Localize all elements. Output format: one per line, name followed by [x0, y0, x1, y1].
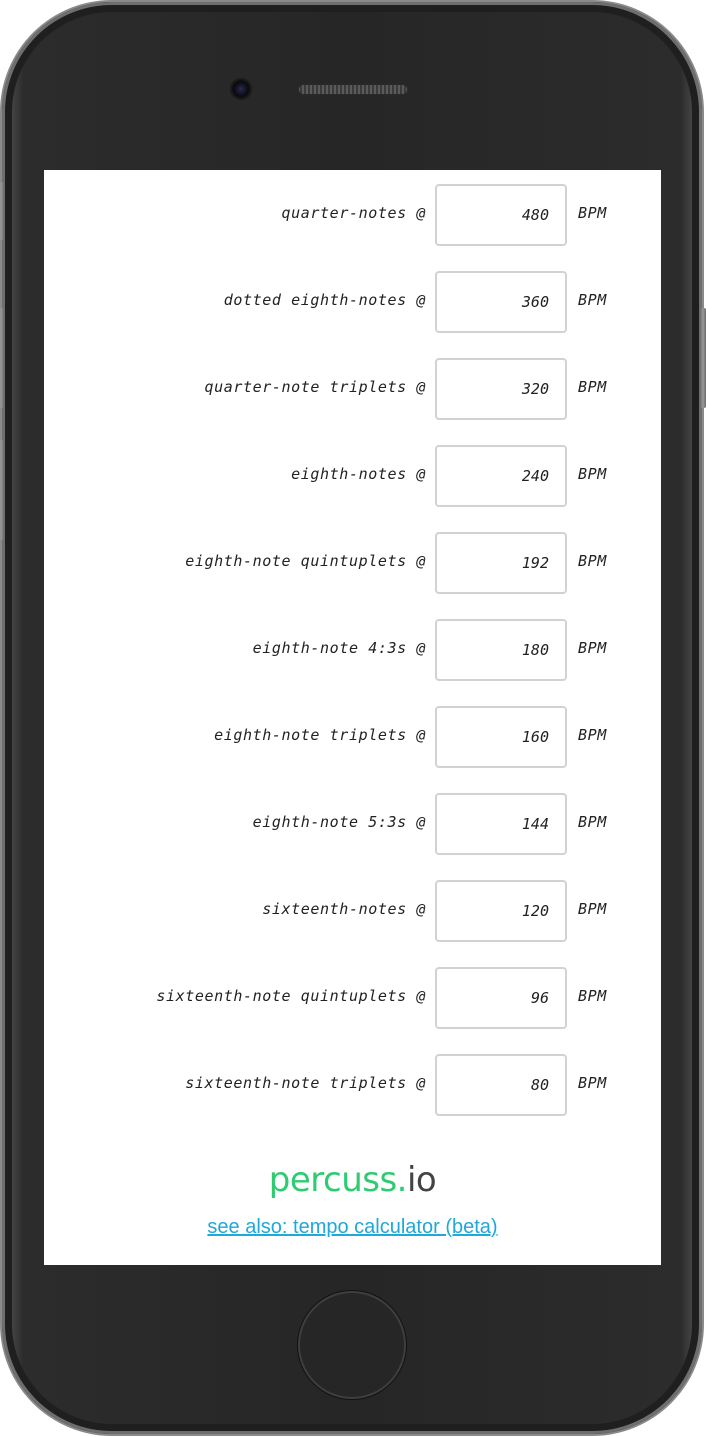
logo-wordmark: percuss	[268, 1160, 397, 1200]
tempo-row: dotted eighth-notes @ BPM	[44, 271, 661, 333]
tempo-row-label: eighth-notes @	[291, 465, 426, 483]
bpm-unit-label: BPM	[578, 813, 607, 831]
tempo-row: sixteenth-notes @ BPM	[44, 880, 661, 942]
tempo-row-label: eighth-note triplets @	[214, 726, 426, 744]
logo-dot: .	[396, 1160, 408, 1200]
tempo-row-label: sixteenth-notes @	[262, 900, 426, 918]
bpm-unit-label: BPM	[578, 987, 607, 1005]
tempo-calculator-link[interactable]: see also: tempo calculator (beta)	[207, 1216, 497, 1238]
tempo-row-label: quarter-notes @	[281, 204, 426, 222]
tempo-row-label: eighth-note 4:3s @	[252, 639, 426, 657]
tempo-row: eighth-notes @ BPM	[44, 445, 661, 507]
tempo-row: quarter-note triplets @ BPM	[44, 358, 661, 420]
tempo-row-label: dotted eighth-notes @	[223, 291, 426, 309]
logo-tld: io	[406, 1160, 437, 1200]
tempo-row-label: eighth-note 5:3s @	[252, 813, 426, 831]
tempo-row: sixteenth-note quintuplets @ BPM	[44, 967, 661, 1029]
tempo-row: eighth-note 4:3s @ BPM	[44, 619, 661, 681]
bpm-unit-label: BPM	[578, 639, 607, 657]
tempo-row: eighth-note triplets @ BPM	[44, 706, 661, 768]
volume-down-button	[0, 440, 4, 540]
bpm-input[interactable]	[435, 271, 567, 333]
tempo-row-label: eighth-note quintuplets @	[185, 552, 426, 570]
bpm-unit-label: BPM	[578, 900, 607, 918]
tempo-row: eighth-note quintuplets @ BPM	[44, 532, 661, 594]
tempo-row-label: sixteenth-note triplets @	[185, 1074, 426, 1092]
power-button	[700, 308, 706, 408]
percussio-logo: percuss.io	[44, 1160, 661, 1200]
volume-up-button	[0, 308, 4, 408]
tempo-row: eighth-note 5:3s @ BPM	[44, 793, 661, 855]
bpm-unit-label: BPM	[578, 204, 607, 222]
bpm-input[interactable]	[435, 880, 567, 942]
bpm-input[interactable]	[435, 1054, 567, 1116]
tempo-row: quarter-notes @ BPM	[44, 184, 661, 246]
mute-switch	[0, 182, 4, 240]
bpm-input[interactable]	[435, 358, 567, 420]
tempo-row-label: sixteenth-note quintuplets @	[156, 987, 426, 1005]
tempo-row-label: quarter-note triplets @	[204, 378, 426, 396]
bpm-input[interactable]	[435, 532, 567, 594]
bpm-unit-label: BPM	[578, 726, 607, 744]
bpm-input[interactable]	[435, 619, 567, 681]
bpm-input[interactable]	[435, 445, 567, 507]
bpm-unit-label: BPM	[578, 291, 607, 309]
screen: quarter-notes @ BPM dotted eighth-notes …	[44, 170, 661, 1265]
front-camera-icon	[232, 80, 250, 98]
earpiece-speaker	[298, 84, 408, 95]
bpm-input[interactable]	[435, 793, 567, 855]
bpm-input[interactable]	[435, 706, 567, 768]
bpm-unit-label: BPM	[578, 552, 607, 570]
bpm-unit-label: BPM	[578, 465, 607, 483]
bpm-input[interactable]	[435, 967, 567, 1029]
home-button[interactable]	[298, 1291, 406, 1399]
bpm-unit-label: BPM	[578, 378, 607, 396]
see-also-row: see also: tempo calculator (beta)	[44, 1216, 661, 1239]
bpm-unit-label: BPM	[578, 1074, 607, 1092]
tempo-row: sixteenth-note triplets @ BPM	[44, 1054, 661, 1116]
bpm-input[interactable]	[435, 184, 567, 246]
